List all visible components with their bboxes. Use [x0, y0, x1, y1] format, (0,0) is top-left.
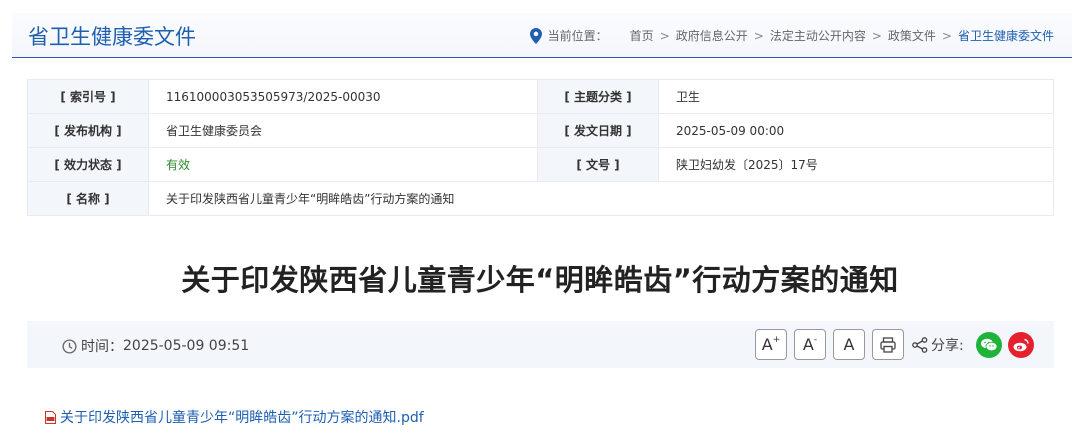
- breadcrumb-separator: >: [659, 28, 670, 43]
- font-smaller-label: A: [802, 335, 814, 354]
- weibo-icon: [1013, 338, 1029, 351]
- meta-row: [ 名称 ] 关于印发陕西省儿童青少年“明眸皓齿”行动方案的通知: [27, 181, 1054, 216]
- date-key: [ 发文日期 ]: [537, 113, 659, 148]
- breadcrumb-statutory[interactable]: 法定主动公开内容: [770, 27, 866, 44]
- share-icon: [912, 336, 928, 353]
- location-label: 当前位置：: [547, 29, 608, 43]
- attachment-link[interactable]: 关于印发陕西省儿童青少年“明眸皓齿”行动方案的通知.pdf: [45, 407, 424, 427]
- plus-icon: +: [772, 334, 781, 345]
- breadcrumb-current[interactable]: 省卫生健康委文件: [958, 27, 1054, 44]
- font-normal-label: A: [843, 335, 855, 354]
- topic-value: 卫生: [658, 79, 1054, 114]
- minus-icon: -: [813, 334, 818, 345]
- clock-icon: [62, 338, 77, 354]
- print-button[interactable]: [872, 329, 904, 360]
- wechat-icon: [980, 338, 998, 351]
- meta-row: [ 索引号 ] 116100003053505973/2025-00030 [ …: [27, 79, 1054, 114]
- meta-row: [ 发布机构 ] 省卫生健康委员会 [ 发文日期 ] 2025-05-09 00…: [27, 113, 1054, 148]
- font-smaller-button[interactable]: A-: [794, 329, 826, 360]
- org-value: 省卫生健康委员会: [148, 113, 538, 148]
- topic-key: [ 主题分类 ]: [537, 79, 659, 114]
- breadcrumb-policy[interactable]: 政策文件: [888, 27, 936, 44]
- attachment-name[interactable]: 关于印发陕西省儿童青少年“明眸皓齿”行动方案的通知.pdf: [60, 407, 424, 427]
- article-title: 关于印发陕西省儿童青少年“明眸皓齿”行动方案的通知: [181, 263, 899, 297]
- breadcrumb-home[interactable]: 首页: [630, 27, 654, 44]
- section-title: 省卫生健康委文件: [28, 25, 196, 49]
- publish-time: 时间： 2025-05-09 09:51: [62, 336, 249, 356]
- print-icon: [880, 336, 896, 353]
- breadcrumb: 当前位置： 首页 > 政府信息公开 > 法定主动公开内容 > 政策文件 > 省卫…: [529, 27, 1054, 44]
- docno-value: 陕卫妇幼发〔2025〕17号: [658, 147, 1054, 182]
- time-value: 2025-05-09 09:51: [123, 338, 250, 354]
- breadcrumb-separator: >: [941, 28, 952, 43]
- breadcrumb-separator: >: [753, 28, 764, 43]
- meta-row: [ 效力状态 ] 有效 [ 文号 ] 陕卫妇幼发〔2025〕17号: [27, 147, 1054, 182]
- breadcrumb-separator: >: [871, 28, 882, 43]
- article-tools: A + A- A 分享:: [755, 329, 1040, 360]
- document-meta-table: [ 索引号 ] 116100003053505973/2025-00030 [ …: [27, 79, 1054, 216]
- share-wechat-button[interactable]: [975, 331, 1002, 358]
- name-key: [ 名称 ]: [27, 181, 149, 216]
- date-value: 2025-05-09 00:00: [658, 113, 1054, 148]
- org-key: [ 发布机构 ]: [27, 113, 149, 148]
- font-normal-button[interactable]: A: [833, 329, 865, 360]
- location-pin-icon: [529, 27, 542, 44]
- breadcrumb-gov-info[interactable]: 政府信息公开: [676, 27, 748, 44]
- name-value: 关于印发陕西省儿童青少年“明眸皓齿”行动方案的通知: [148, 181, 1054, 216]
- font-larger-button[interactable]: A +: [755, 329, 787, 360]
- article-toolbar: 时间： 2025-05-09 09:51 A + A- A 分享:: [27, 321, 1054, 368]
- docno-key: [ 文号 ]: [537, 147, 659, 182]
- share-weibo-button[interactable]: [1007, 331, 1034, 358]
- index-key: [ 索引号 ]: [27, 79, 149, 114]
- status-value: 有效: [148, 147, 538, 182]
- pdf-icon: [45, 410, 56, 424]
- font-larger-label: A: [761, 335, 773, 354]
- share-label: 分享:: [931, 337, 964, 354]
- time-label: 时间：: [81, 339, 123, 355]
- status-key: [ 效力状态 ]: [27, 147, 149, 182]
- page-header: 省卫生健康委文件 当前位置： 首页 > 政府信息公开 > 法定主动公开内容 > …: [12, 13, 1072, 58]
- index-value: 116100003053505973/2025-00030: [148, 79, 538, 114]
